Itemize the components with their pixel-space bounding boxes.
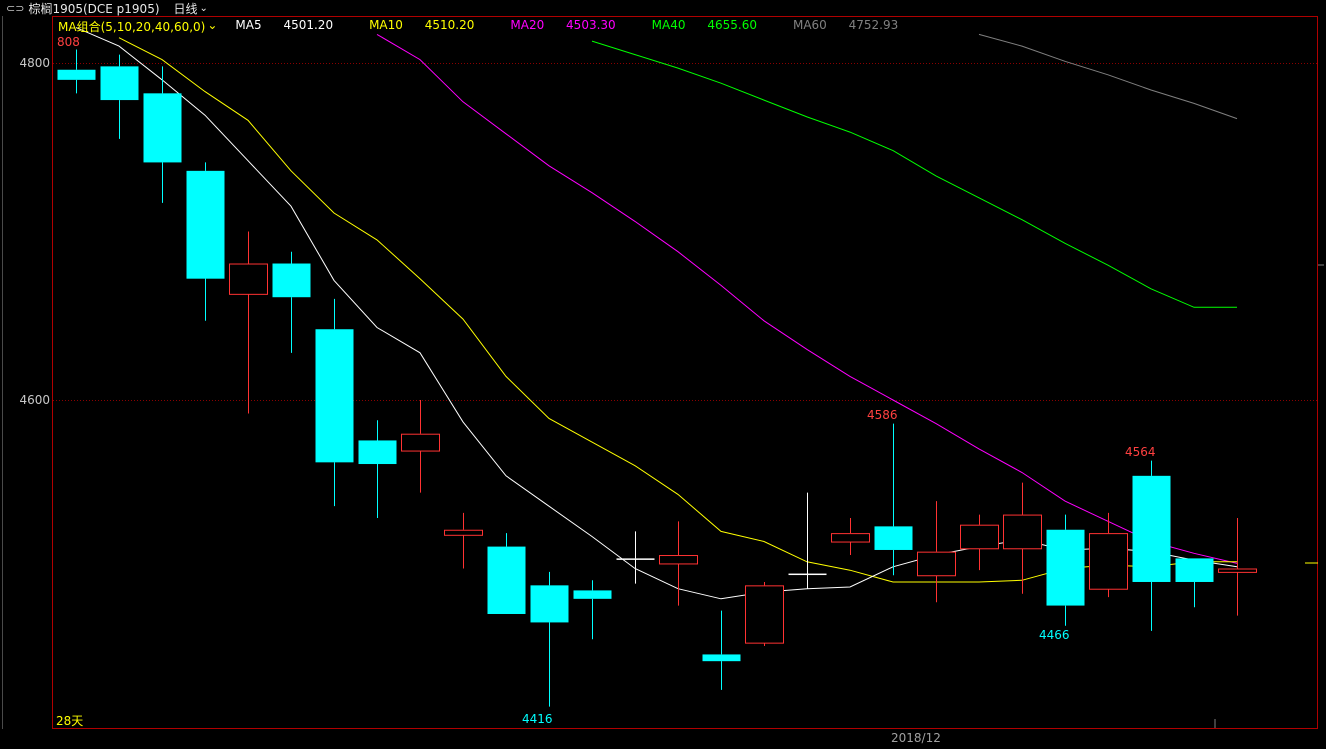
legend-ma20: MA20 4503.30 — [510, 18, 633, 35]
annotation-4564: 4564 — [1125, 445, 1156, 459]
candle-body — [315, 329, 354, 463]
candle[interactable] — [1003, 482, 1042, 594]
candle[interactable] — [315, 298, 354, 507]
candle[interactable] — [272, 251, 311, 353]
candle[interactable] — [358, 420, 397, 518]
candle-body — [616, 558, 655, 560]
candle[interactable] — [616, 531, 655, 584]
candle-body — [1003, 514, 1042, 550]
legend-ma5-value: 4501.20 — [283, 18, 334, 32]
candle[interactable] — [1046, 514, 1085, 626]
annotation-4416: 4416 — [522, 712, 553, 726]
ma60-line — [978, 33, 1238, 120]
moving-averages — [75, 27, 1238, 600]
candle[interactable] — [57, 49, 96, 94]
date-label: 2018/12 — [891, 731, 941, 745]
ma10-line — [118, 37, 1237, 583]
candle-body — [788, 573, 827, 576]
legend-ma60-value: 4752.93 — [848, 18, 899, 32]
candle[interactable] — [874, 423, 913, 576]
legend-ma40-value: 4655.60 — [707, 18, 757, 32]
candle[interactable] — [745, 581, 784, 647]
annotation-4466: 4466 — [1039, 628, 1070, 642]
chart-frame — [52, 16, 1318, 729]
candle-body — [57, 69, 96, 80]
candle-body — [487, 546, 526, 614]
candle[interactable] — [143, 66, 182, 203]
candlestick-chart[interactable] — [0, 0, 1326, 749]
legend-ma20-value: 4503.30 — [566, 18, 616, 32]
candle[interactable] — [186, 162, 225, 321]
candle[interactable] — [960, 514, 999, 571]
candle-body — [358, 440, 397, 465]
candle-body — [1089, 533, 1128, 590]
candle-body — [874, 526, 913, 550]
legend-ma10-label: MA10 — [369, 18, 403, 32]
annotation-4586: 4586 — [867, 408, 898, 422]
candle[interactable] — [702, 610, 741, 690]
legend-ma20-label: MA20 — [510, 18, 545, 32]
ma40-line — [591, 40, 1237, 308]
candle[interactable] — [530, 571, 569, 707]
candle-body — [1046, 529, 1085, 606]
candle[interactable] — [100, 54, 139, 139]
candle[interactable] — [788, 492, 827, 589]
ma-legend: MA组合(5,10,20,40,60,0) ⌄ MA5 4501.20 MA10… — [58, 18, 934, 35]
gridlines — [53, 63, 1317, 401]
date-axis: 2018/12 — [0, 729, 1326, 749]
chevron-down-icon[interactable]: ⌄ — [207, 18, 217, 35]
legend-ma10: MA10 4510.20 — [369, 18, 492, 35]
ma5-line — [75, 27, 1238, 600]
candle[interactable] — [573, 580, 612, 640]
legend-ma10-value: 4510.20 — [424, 18, 475, 32]
candle[interactable] — [917, 501, 956, 603]
candle[interactable] — [1175, 558, 1214, 608]
legend-ma40-label: MA40 — [651, 18, 686, 32]
top-value-label: 808 — [57, 35, 80, 49]
candle-body — [530, 585, 569, 623]
days-count: 28天 — [56, 714, 84, 728]
candle-body — [745, 585, 784, 644]
candle-body — [186, 170, 225, 279]
candle[interactable] — [831, 517, 870, 556]
candle-body — [702, 654, 741, 662]
candle-body — [573, 590, 612, 599]
candle-body — [960, 524, 999, 550]
legend-ma60-label: MA60 — [792, 18, 827, 32]
candle[interactable] — [487, 533, 526, 614]
candle-body — [401, 433, 440, 452]
candle-body — [1132, 475, 1171, 582]
legend-ma5: MA5 4501.20 — [235, 18, 351, 35]
candle[interactable] — [1132, 460, 1171, 631]
legend-group[interactable]: MA组合(5,10,20,40,60,0) — [58, 18, 205, 35]
candle-body — [100, 66, 139, 101]
candle-body — [272, 263, 311, 298]
candle-body — [659, 555, 698, 565]
legend-ma5-label: MA5 — [235, 18, 262, 32]
candle[interactable] — [444, 512, 483, 569]
candles — [57, 49, 1257, 707]
candle-body — [1175, 558, 1214, 582]
legend-ma60: MA60 4752.93 — [793, 18, 916, 35]
candle-body — [444, 529, 483, 536]
candle-body — [229, 263, 268, 295]
candle-body — [917, 551, 956, 577]
ma20-line — [376, 33, 1238, 564]
candle-body — [1218, 568, 1257, 573]
candle[interactable] — [401, 400, 440, 493]
legend-ma40: MA40 4655.60 — [652, 18, 775, 35]
candle-body — [143, 93, 182, 163]
candle[interactable] — [1089, 512, 1128, 598]
candle[interactable] — [229, 231, 268, 414]
candle[interactable] — [1218, 517, 1257, 616]
candle-body — [831, 533, 870, 543]
candle[interactable] — [659, 521, 698, 606]
